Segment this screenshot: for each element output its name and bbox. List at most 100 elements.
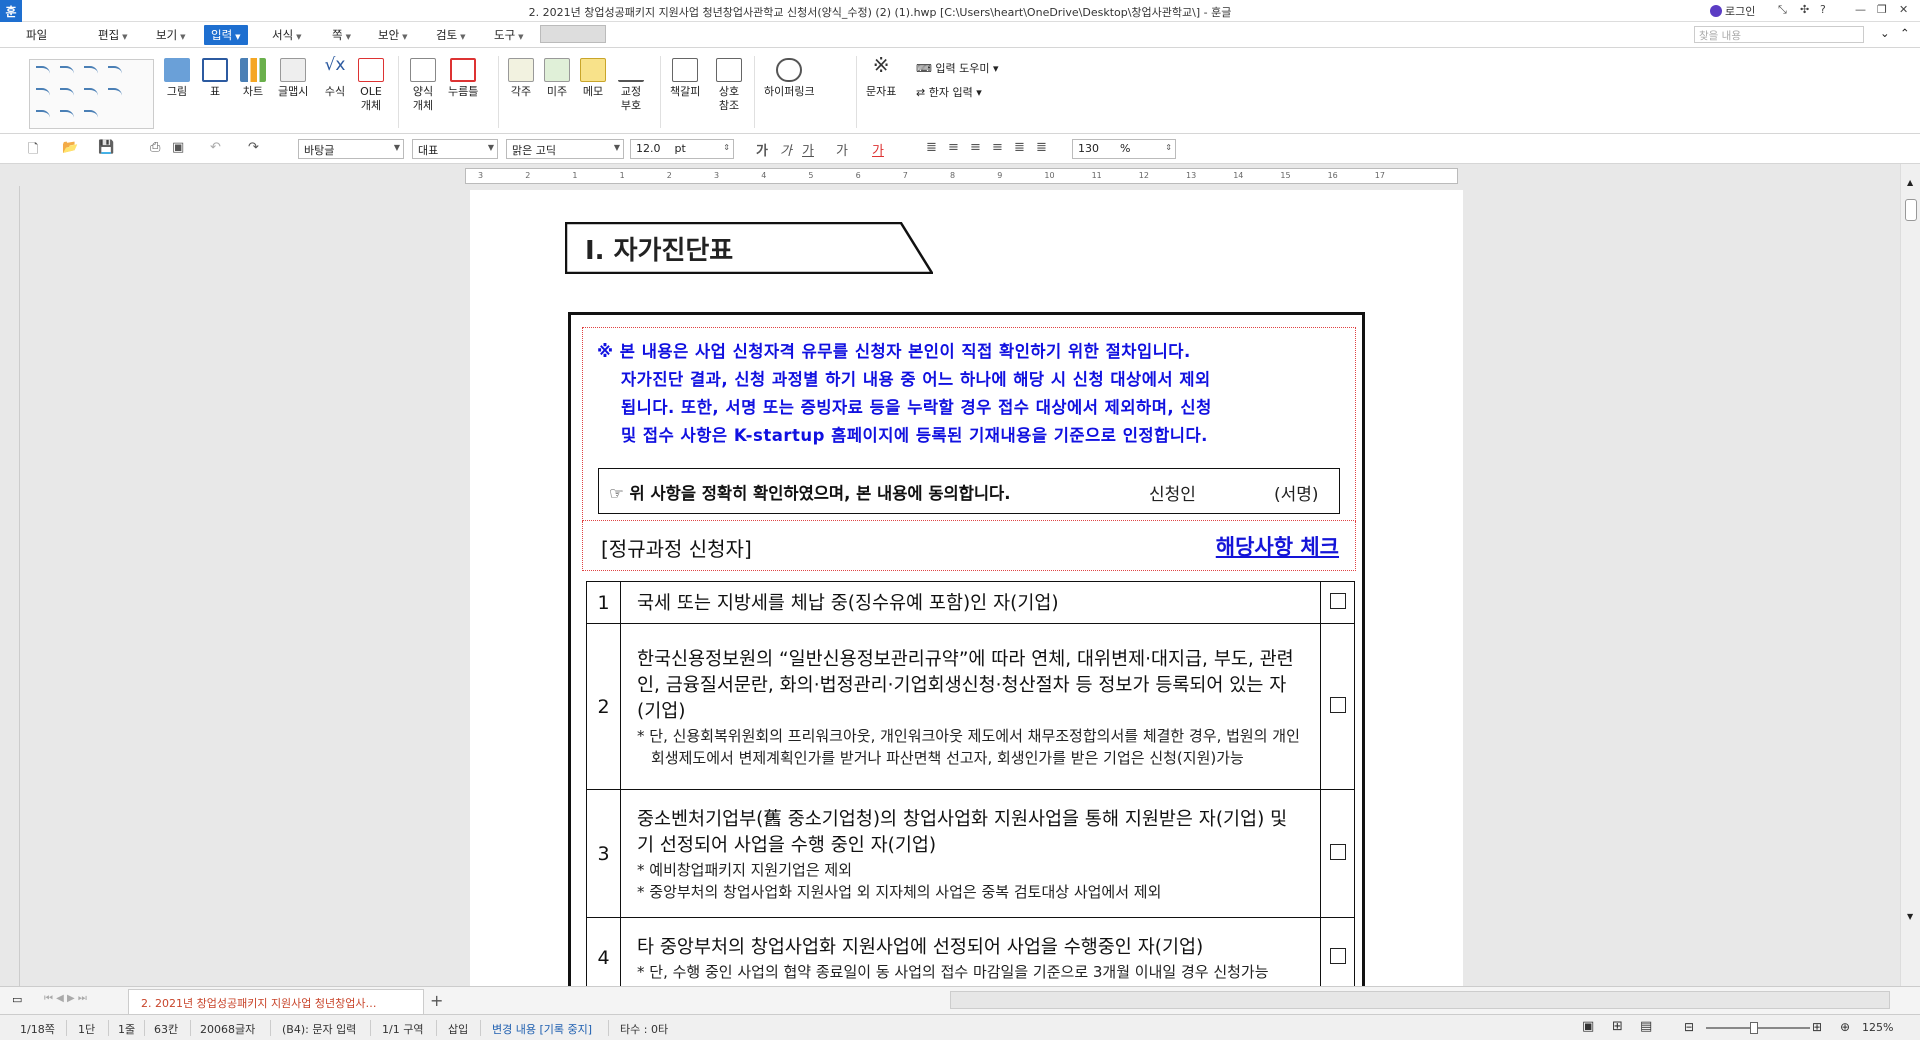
menu-tools[interactable]: 도구 ▼ [494,27,524,43]
fullscreen-icon[interactable]: ⤡ [1778,3,1787,17]
font-color-icon[interactable]: 가 [872,140,884,159]
restore-icon[interactable]: ❐ [1877,3,1887,16]
tab-nav-icon[interactable]: ⏮ ◀ ▶ ⏭ [44,993,87,1004]
ribbon-collapse-icon[interactable]: ⌃ [1900,26,1910,40]
zoom-input[interactable]: 130 % ⇕ [1072,139,1176,159]
align-right-icon[interactable]: ≡ [992,140,1003,155]
horizontal-ruler[interactable]: 3 2 1 1 2 3 4 5 6 7 8 9 10 11 12 13 14 15 16 17 [465,168,1458,184]
zoom-slider-track[interactable] [1706,1027,1810,1029]
endnote-button[interactable]: 미주 [544,58,570,99]
normal-view-icon[interactable]: ▣ [1582,1019,1594,1034]
menu-format[interactable]: 서식 ▼ [272,27,302,43]
connector-shape-icon[interactable] [84,88,98,98]
cross-reference-button[interactable]: 상호 참조 [714,58,744,113]
preview-icon[interactable]: ▣ [172,140,184,155]
menu-security[interactable]: 보안 ▼ [378,27,408,43]
bold-icon[interactable]: 가 [756,140,768,159]
insert-ole-button[interactable]: OLE 개체 [356,58,386,113]
align-justify-icon[interactable]: ≣ [926,140,937,155]
align-center-icon[interactable]: ≡ [970,140,981,155]
layout-icon[interactable]: ✣ [1800,3,1809,16]
status-page[interactable]: 1/18쪽 [20,1021,55,1037]
bookmark-button[interactable]: 책갈피 [670,58,700,99]
web-view-icon[interactable]: ⊞ [1612,1019,1623,1034]
connector-shape-icon[interactable] [108,88,122,98]
app-icon[interactable]: 훈 [0,0,22,22]
curve-shape-icon[interactable] [84,66,98,76]
minimize-icon[interactable]: — [1855,3,1866,16]
connector-shape-icon[interactable] [36,88,50,98]
close-icon[interactable]: ✕ [1899,3,1908,16]
zoom-fit-icon[interactable]: ⊕ [1840,1020,1850,1034]
chevron-down-icon[interactable]: ⌄ [1880,26,1890,40]
page-view-icon[interactable]: ▤ [1640,1019,1652,1034]
print-icon[interactable]: ⎙ [150,140,160,155]
divide-icon[interactable]: ≣ [1036,140,1047,155]
save-icon[interactable]: 💾 [98,140,114,155]
connector-shape-icon[interactable] [60,110,74,120]
menu-page[interactable]: 쪽 ▼ [332,27,351,43]
pushpin-field-button[interactable]: 누름틀 [448,58,478,99]
checkbox[interactable] [1329,844,1346,860]
connector-shape-icon[interactable] [60,88,74,98]
help-icon[interactable]: ? [1820,3,1826,16]
insert-wordart-button[interactable]: 글맵시 [278,58,308,99]
zoom-level[interactable]: 125% [1862,1021,1893,1034]
horizontal-scrollbar[interactable] [950,991,1890,1009]
italic-icon[interactable]: 가 [780,140,792,159]
document-page[interactable]: Ⅰ. 자가진단표 ※ 본 내용은 사업 신청자격 유무를 신청자 본인이 직접 … [470,190,1463,998]
login-button[interactable]: 로그인 [1710,3,1755,19]
new-doc-icon[interactable]: 🗋 [28,140,38,162]
curve-shape-icon[interactable] [36,66,50,76]
curve-shape-icon[interactable] [60,66,74,76]
status-insert-mode[interactable]: 삽입 [448,1021,468,1037]
scroll-up-icon[interactable]: ▲ [1907,178,1913,187]
proof-mark-button[interactable]: 교정 부호 [616,58,646,113]
panel-toggle-icon[interactable]: ▭ [12,993,22,1006]
redo-icon[interactable]: ↷ [248,140,259,155]
open-folder-icon[interactable]: 📂 [62,140,78,155]
shape-gallery[interactable] [29,59,154,129]
strikethrough-icon[interactable]: 가 [836,140,848,159]
insert-chart-button[interactable]: 차트 [240,58,266,99]
tab-document[interactable]: 2. 2021년 창업성공패키지 지원사업 청년창업사… [128,989,424,1014]
connector-shape-icon[interactable] [84,110,98,120]
view-mode-toggle[interactable] [540,25,606,43]
style-select[interactable]: 바탕글 ▼ [298,139,404,159]
add-tab-icon[interactable]: + [430,991,443,1010]
menu-view[interactable]: 보기 ▼ [156,27,186,43]
curve-shape-icon[interactable] [108,66,122,76]
distribute-icon[interactable]: ≣ [1014,140,1025,155]
input-helper-button[interactable]: ⌨ 입력 도우미 ▾ [916,60,999,76]
zoom-slider-knob[interactable] [1750,1022,1758,1034]
zoom-in-icon[interactable]: ⊞ [1812,1020,1822,1034]
font-size-input[interactable]: 12.0 pt ⇕ [630,139,734,159]
language-select[interactable]: 대표 ▼ [412,139,498,159]
hyperlink-button[interactable]: 하이퍼링크 [764,58,815,99]
checkbox[interactable] [1329,697,1346,713]
hanja-input-button[interactable]: ⇄ 한자 입력 ▾ [916,84,982,100]
insert-picture-button[interactable]: 그림 [164,58,190,99]
underline-icon[interactable]: 가 [802,140,814,159]
footnote-button[interactable]: 각주 [508,58,534,99]
zoom-out-icon[interactable]: ⊟ [1684,1020,1694,1034]
scroll-down-icon[interactable]: ▼ [1907,912,1913,921]
checkbox[interactable] [1329,593,1346,609]
search-input[interactable]: 찾을 내용 [1694,26,1864,43]
scroll-thumb[interactable] [1905,199,1917,221]
font-select[interactable]: 맑은 고딕 ▼ [506,139,624,159]
menu-review[interactable]: 검토 ▼ [436,27,466,43]
menu-edit[interactable]: 편집 ▼ [98,27,128,43]
memo-button[interactable]: 메모 [580,58,606,99]
insert-table-button[interactable]: 표 [202,58,228,99]
menu-insert[interactable]: 입력 ▼ [204,25,248,45]
character-map-button[interactable]: ※ 문자표 [866,55,896,99]
connector-shape-icon[interactable] [36,110,50,120]
vertical-ruler[interactable] [0,186,20,986]
status-track-changes[interactable]: 변경 내용 [기록 중지] [492,1021,592,1037]
form-object-button[interactable]: 양식 개체 [408,58,438,113]
undo-icon[interactable]: ↶ [210,140,221,155]
menu-file[interactable]: 파일 [26,27,47,43]
insert-equation-button[interactable]: √x 수식 [322,57,348,99]
align-left-icon[interactable]: ≡ [948,140,959,155]
